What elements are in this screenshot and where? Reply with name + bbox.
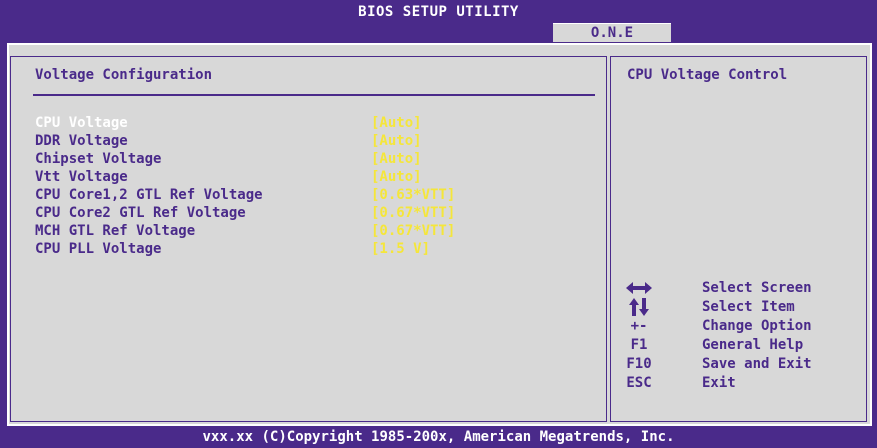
setting-value[interactable]: [Auto] bbox=[371, 114, 422, 132]
legend-label: Select Screen bbox=[702, 280, 812, 296]
legend-general-help: F1 General Help bbox=[617, 335, 862, 355]
copyright-footer: vxx.xx (C)Copyright 1985-200x, American … bbox=[0, 426, 877, 448]
setting-value[interactable]: [0.63*VTT] bbox=[371, 186, 455, 204]
setting-ddr-voltage[interactable]: DDR Voltage [Auto] bbox=[35, 132, 595, 150]
setting-label: Chipset Voltage bbox=[35, 151, 162, 167]
legend-save-exit: F10 Save and Exit bbox=[617, 354, 862, 374]
setting-cpu-core2-gtl-ref[interactable]: CPU Core2 GTL Ref Voltage [0.67*VTT] bbox=[35, 204, 595, 222]
setting-value[interactable]: [1.5 V] bbox=[371, 240, 430, 258]
setting-cpu-core12-gtl-ref[interactable]: CPU Core1,2 GTL Ref Voltage [0.63*VTT] bbox=[35, 186, 595, 204]
setting-cpu-pll-voltage[interactable]: CPU PLL Voltage [1.5 V] bbox=[35, 240, 595, 258]
setting-label: CPU Core2 GTL Ref Voltage bbox=[35, 205, 246, 221]
setting-label: CPU Voltage bbox=[35, 115, 128, 131]
tab-one[interactable]: O.N.E bbox=[553, 23, 671, 42]
legend-key: F10 bbox=[626, 356, 652, 372]
legend-exit: ESC Exit bbox=[617, 373, 862, 393]
legend-label: Change Option bbox=[702, 318, 812, 334]
title-bar: BIOS SETUP UTILITY O.N.E bbox=[0, 0, 877, 43]
legend-label: General Help bbox=[702, 337, 804, 353]
legend-select-screen: Select Screen bbox=[617, 278, 862, 298]
setting-value[interactable]: [Auto] bbox=[371, 150, 422, 168]
legend-label: Select Item bbox=[702, 299, 795, 315]
setting-value[interactable]: [0.67*VTT] bbox=[371, 222, 455, 240]
setting-vtt-voltage[interactable]: Vtt Voltage [Auto] bbox=[35, 168, 595, 186]
left-right-arrows-icon bbox=[617, 278, 661, 298]
section-title: Voltage Configuration bbox=[35, 67, 213, 83]
setting-chipset-voltage[interactable]: Chipset Voltage [Auto] bbox=[35, 150, 595, 168]
legend-key: F1 bbox=[630, 337, 648, 353]
app-title: BIOS SETUP UTILITY bbox=[358, 4, 519, 20]
setting-value[interactable]: [Auto] bbox=[371, 168, 422, 186]
legend-select-item: Select Item bbox=[617, 297, 862, 317]
legend-label: Save and Exit bbox=[702, 356, 812, 372]
legend-key: +- bbox=[630, 318, 648, 334]
setting-mch-gtl-ref[interactable]: MCH GTL Ref Voltage [0.67*VTT] bbox=[35, 222, 595, 240]
help-title: CPU Voltage Control bbox=[627, 67, 788, 83]
setting-value[interactable]: [0.67*VTT] bbox=[371, 204, 455, 222]
setting-label: MCH GTL Ref Voltage bbox=[35, 223, 196, 239]
setting-label: CPU Core1,2 GTL Ref Voltage bbox=[35, 187, 263, 203]
legend-label: Exit bbox=[702, 375, 736, 391]
legend-key: ESC bbox=[626, 375, 652, 391]
section-divider bbox=[33, 94, 595, 96]
setting-label: Vtt Voltage bbox=[35, 169, 128, 185]
setting-value[interactable]: [Auto] bbox=[371, 132, 422, 150]
setting-label: DDR Voltage bbox=[35, 133, 128, 149]
legend-change-option: +- Change Option bbox=[617, 316, 862, 336]
setting-label: CPU PLL Voltage bbox=[35, 241, 162, 257]
up-down-arrows-icon bbox=[617, 297, 661, 317]
setting-cpu-voltage[interactable]: CPU Voltage [Auto] bbox=[35, 114, 595, 132]
